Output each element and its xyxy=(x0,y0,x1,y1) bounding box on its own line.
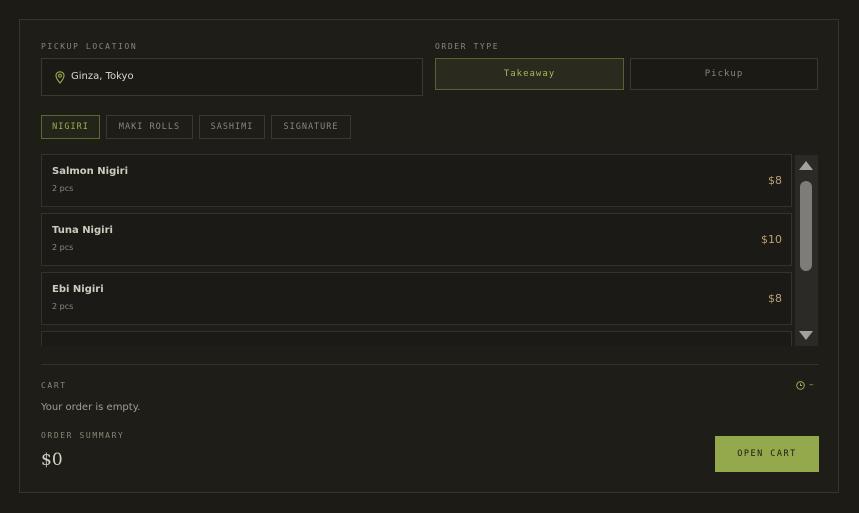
tab-nigiri[interactable]: NIGIRI xyxy=(41,115,100,139)
cart-empty-message: Your order is empty. xyxy=(41,402,141,413)
clock-icon xyxy=(796,380,805,390)
menu-scrollbar[interactable] xyxy=(795,155,818,346)
menu-item-name: Tuna Nigiri xyxy=(52,225,113,236)
menu-item-qty: 2 pcs xyxy=(52,243,74,252)
scroll-up-arrow-icon[interactable] xyxy=(799,161,813,170)
menu-list: Salmon Nigiri 2 pcs $8 Tuna Nigiri 2 pcs… xyxy=(41,154,793,346)
tab-signature[interactable]: SIGNATURE xyxy=(271,115,351,139)
order-panel: PICKUP LOCATION Ginza, Tokyo ORDER TYPE … xyxy=(19,19,839,493)
menu-item-name: Ebi Nigiri xyxy=(52,284,104,295)
menu-item-qty: 2 pcs xyxy=(52,184,74,193)
menu-item[interactable]: Salmon Nigiri 2 pcs $8 xyxy=(41,154,792,207)
cart-timer: – xyxy=(796,380,814,390)
menu-item-name: Salmon Nigiri xyxy=(52,166,129,177)
scroll-down-arrow-icon[interactable] xyxy=(799,331,813,340)
cart-label: CART xyxy=(41,381,67,390)
open-cart-button[interactable]: OPEN CART xyxy=(715,436,819,472)
pickup-location-value: Ginza, Tokyo xyxy=(71,71,134,82)
pickup-location-field[interactable]: Ginza, Tokyo xyxy=(41,58,423,96)
menu-item-qty: 2 pcs xyxy=(52,302,74,311)
order-total: $0 xyxy=(41,450,63,470)
menu-item[interactable]: Tuna Nigiri 2 pcs $10 xyxy=(41,213,792,266)
menu-item-price: $10 xyxy=(761,233,782,246)
menu-item-price: $8 xyxy=(768,174,782,187)
order-type-takeaway-button[interactable]: Takeaway xyxy=(435,58,624,90)
cart-timer-value: – xyxy=(809,380,814,390)
menu-item-partial[interactable] xyxy=(41,331,792,346)
scroll-thumb[interactable] xyxy=(800,181,812,271)
menu-item-price: $8 xyxy=(768,292,782,305)
menu-item[interactable]: Ebi Nigiri 2 pcs $8 xyxy=(41,272,792,325)
map-pin-icon xyxy=(55,71,65,84)
order-summary-label: ORDER SUMMARY xyxy=(41,431,125,440)
divider xyxy=(41,364,819,365)
tab-sashimi[interactable]: SASHIMI xyxy=(199,115,265,139)
order-type-label: ORDER TYPE xyxy=(435,42,500,51)
pickup-location-label: PICKUP LOCATION xyxy=(41,42,138,51)
tab-maki-rolls[interactable]: MAKI ROLLS xyxy=(106,115,193,139)
order-type-pickup-button[interactable]: Pickup xyxy=(630,58,818,90)
